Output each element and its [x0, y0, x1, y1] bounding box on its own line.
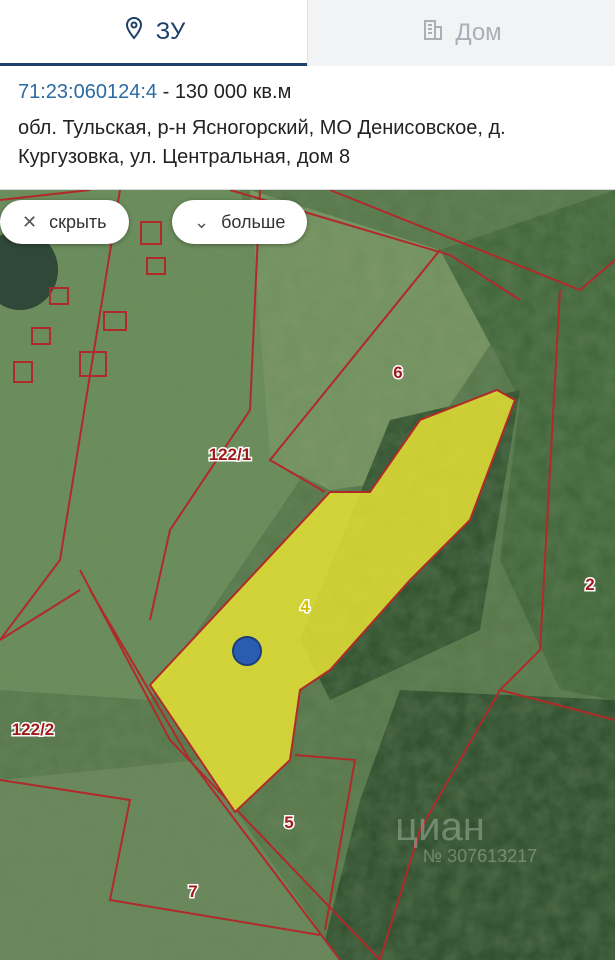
- parcel-area: 130 000 кв.м: [174, 81, 292, 103]
- parcel-label-7: 7: [188, 882, 197, 901]
- tab-bar: ЗУ Дом: [0, 0, 615, 66]
- chevron-down-icon: ⌄: [194, 211, 210, 232]
- parcel-label-122-1: 122/1: [209, 445, 252, 464]
- parcel-header: 71:23:060124:4 - 130 000 кв.м: [18, 78, 597, 106]
- parcel-label-122-2: 122/2: [12, 720, 55, 739]
- separator: -: [157, 81, 175, 103]
- map-pin-icon: [122, 16, 146, 47]
- satellite-map: 122/1 6 4 2 122/2 5 7 циан № 307613217: [0, 190, 615, 960]
- parcel-label-2: 2: [585, 575, 594, 594]
- parcel-info: 71:23:060124:4 - 130 000 кв.м обл. Тульс…: [0, 66, 615, 190]
- building-icon: [421, 18, 445, 49]
- more-button-label: больше: [221, 211, 286, 232]
- tab-dom[interactable]: Дом: [307, 0, 615, 66]
- cadastral-number-link[interactable]: 71:23:060124:4: [18, 81, 157, 103]
- location-marker: [232, 636, 262, 666]
- parcel-label-6: 6: [393, 363, 402, 382]
- parcel-label-5: 5: [284, 813, 293, 832]
- tab-zu-label: ЗУ: [155, 17, 186, 45]
- tab-zu[interactable]: ЗУ: [0, 0, 307, 66]
- tab-dom-label: Дом: [455, 19, 502, 46]
- parcel-label-4: 4: [300, 597, 310, 616]
- more-button[interactable]: ⌄ больше: [172, 200, 308, 244]
- parcel-address: обл. Тульская, р-н Ясногорский, МО Денис…: [18, 117, 506, 168]
- hide-button-label: скрыть: [49, 211, 107, 232]
- hide-button[interactable]: ✕ скрыть: [0, 200, 129, 244]
- watermark-brand: циан: [395, 805, 485, 849]
- map-view[interactable]: 122/1 6 4 2 122/2 5 7 циан № 307613217: [0, 190, 615, 960]
- watermark-id: № 307613217: [423, 846, 537, 866]
- close-icon: ✕: [22, 211, 38, 232]
